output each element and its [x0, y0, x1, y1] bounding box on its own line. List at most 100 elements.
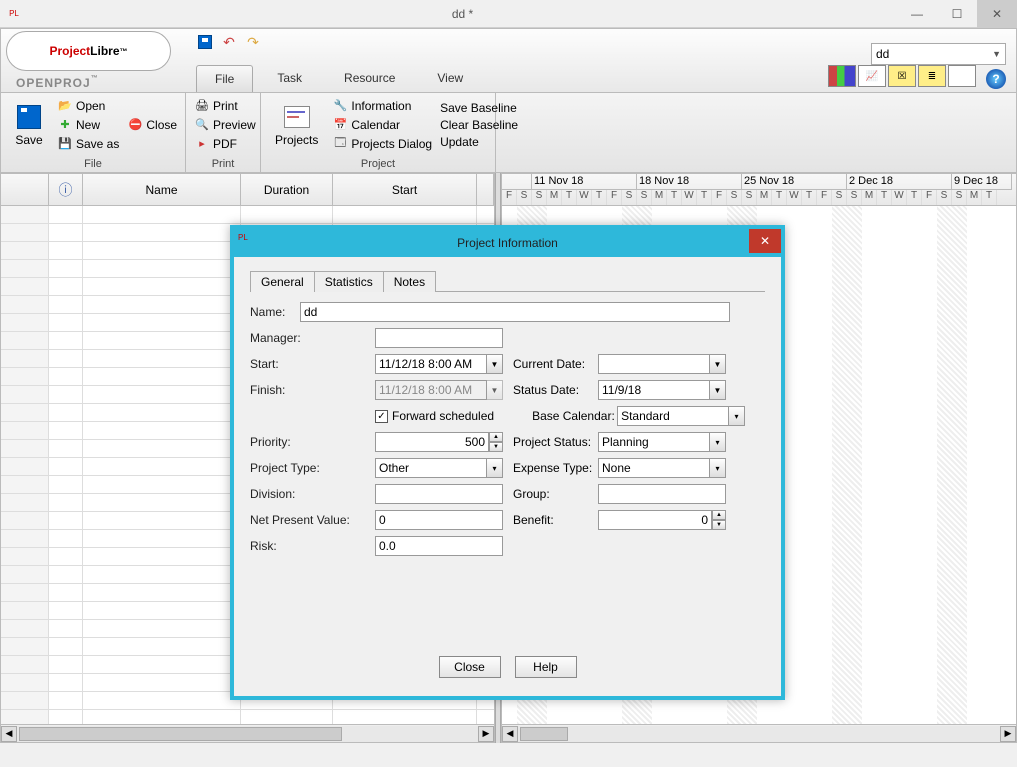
- grid-header-index[interactable]: [1, 174, 49, 205]
- timeline-day: W: [787, 190, 802, 206]
- scroll-right-button[interactable]: ▶: [1000, 726, 1016, 742]
- tab-resource[interactable]: Resource: [326, 65, 413, 92]
- project-type-combo[interactable]: [375, 458, 487, 478]
- status-date-field[interactable]: [598, 380, 710, 400]
- view-btn-3[interactable]: ☒: [888, 65, 916, 87]
- dialog-close-button[interactable]: ✕: [749, 229, 781, 253]
- scroll-thumb[interactable]: [19, 727, 342, 741]
- tab-statistics[interactable]: Statistics: [315, 271, 384, 292]
- grid-header-duration[interactable]: Duration: [241, 174, 333, 205]
- timeline-day: S: [832, 190, 847, 206]
- view-btn-1[interactable]: [828, 65, 856, 87]
- ribbon-save-baseline-button[interactable]: Save Baseline: [438, 101, 520, 115]
- scroll-left-button[interactable]: ◀: [1, 726, 17, 742]
- tab-notes[interactable]: Notes: [384, 271, 436, 292]
- benefit-field[interactable]: [598, 510, 712, 530]
- benefit-spin-down[interactable]: ▼: [712, 520, 726, 530]
- timeline-day: T: [772, 190, 787, 206]
- ribbon-clear-baseline-button[interactable]: Clear Baseline: [438, 118, 520, 132]
- npv-field[interactable]: [375, 510, 503, 530]
- project-type-dropdown[interactable]: ▾: [487, 458, 503, 478]
- project-status-combo[interactable]: [598, 432, 710, 452]
- pdf-icon: ▸: [194, 136, 210, 152]
- expense-type-combo[interactable]: [598, 458, 710, 478]
- table-row[interactable]: [1, 710, 494, 724]
- dialog-app-icon: PL: [238, 233, 248, 242]
- window-title: dd *: [28, 7, 897, 21]
- timeline-day: F: [922, 190, 937, 206]
- ribbon-information-button[interactable]: 🔧Information: [330, 98, 434, 114]
- table-row[interactable]: [1, 206, 494, 224]
- ribbon-preview-button[interactable]: 🔍Preview: [192, 117, 258, 133]
- wrench-icon: 🔧: [332, 98, 348, 114]
- ribbon-save-button[interactable]: Save: [7, 97, 51, 152]
- grid-header-info[interactable]: ⓘ: [49, 174, 83, 205]
- start-dropdown[interactable]: ▼: [487, 354, 503, 374]
- manager-field[interactable]: [375, 328, 503, 348]
- name-field[interactable]: [300, 302, 730, 322]
- label-group: Group:: [513, 487, 598, 501]
- grid-header-name[interactable]: Name: [83, 174, 241, 205]
- close-window-button[interactable]: ✕: [977, 0, 1017, 28]
- ribbon-group-project-label: Project: [261, 156, 495, 172]
- scroll-thumb[interactable]: [520, 727, 568, 741]
- ribbon-pdf-button[interactable]: ▸PDF: [192, 136, 258, 152]
- ribbon-calendar-button[interactable]: 📅Calendar: [330, 117, 434, 133]
- ribbon-close-button[interactable]: ⛔Close: [125, 117, 179, 133]
- forward-scheduled-checkbox[interactable]: ✓: [375, 410, 388, 423]
- current-date-field[interactable]: [598, 354, 710, 374]
- timeline-day: S: [727, 190, 742, 206]
- base-calendar-dropdown[interactable]: ▾: [729, 406, 745, 426]
- ribbon-projects-button[interactable]: Projects: [267, 97, 326, 152]
- priority-spin-up[interactable]: ▲: [489, 432, 503, 442]
- risk-field[interactable]: [375, 536, 503, 556]
- save-button[interactable]: [196, 33, 214, 51]
- ribbon-open-button[interactable]: 📂Open: [55, 98, 121, 114]
- logo-area: ProjectLibre™ OPENPROJ™: [1, 29, 186, 94]
- tab-general[interactable]: General: [250, 271, 315, 292]
- view-btn-4[interactable]: ≣: [918, 65, 946, 87]
- ribbon-saveas-button[interactable]: 💾Save as: [55, 136, 121, 152]
- view-btn-2[interactable]: 📈: [858, 65, 886, 87]
- minimize-button[interactable]: —: [897, 0, 937, 28]
- tab-view[interactable]: View: [419, 65, 481, 92]
- timeline-week: 9 Dec 18: [952, 174, 1012, 190]
- timeline-day: S: [622, 190, 637, 206]
- dialog-help-btn[interactable]: Help: [515, 656, 577, 678]
- start-field[interactable]: [375, 354, 487, 374]
- undo-button[interactable]: ↶: [220, 33, 238, 51]
- label-division: Division:: [250, 487, 375, 501]
- project-status-dropdown[interactable]: ▾: [710, 432, 726, 452]
- priority-field[interactable]: [375, 432, 489, 452]
- ribbon-projects-dialog-button[interactable]: 🗔Projects Dialog: [330, 136, 434, 152]
- base-calendar-combo[interactable]: [617, 406, 729, 426]
- dialog-close-btn[interactable]: Close: [439, 656, 501, 678]
- timeline-day: T: [907, 190, 922, 206]
- maximize-button[interactable]: ☐: [937, 0, 977, 28]
- group-field[interactable]: [598, 484, 726, 504]
- tab-task[interactable]: Task: [259, 65, 320, 92]
- ribbon-new-button[interactable]: ✚New: [55, 117, 121, 133]
- expense-type-dropdown[interactable]: ▾: [710, 458, 726, 478]
- grid-hscroll[interactable]: ◀ ▶: [1, 724, 494, 742]
- dialog-tabs: General Statistics Notes: [250, 271, 765, 292]
- division-field[interactable]: [375, 484, 503, 504]
- benefit-spin-up[interactable]: ▲: [712, 510, 726, 520]
- current-date-dropdown[interactable]: ▼: [710, 354, 726, 374]
- status-date-dropdown[interactable]: ▼: [710, 380, 726, 400]
- view-btn-5[interactable]: [948, 65, 976, 87]
- label-base-calendar: Base Calendar:: [532, 409, 617, 423]
- timeline-day: M: [547, 190, 562, 206]
- tab-file[interactable]: File: [196, 65, 253, 92]
- grid-header-start[interactable]: Start: [333, 174, 477, 205]
- dialog-titlebar[interactable]: PL Project Information ✕: [234, 229, 781, 257]
- redo-button[interactable]: ↷: [244, 33, 262, 51]
- gantt-hscroll[interactable]: ◀ ▶: [502, 724, 1016, 742]
- scroll-right-button[interactable]: ▶: [478, 726, 494, 742]
- help-button[interactable]: ?: [986, 69, 1006, 89]
- project-selector-combo[interactable]: dd ▼: [871, 43, 1006, 65]
- ribbon-print-button[interactable]: 🖨Print: [192, 98, 258, 114]
- priority-spin-down[interactable]: ▼: [489, 442, 503, 452]
- ribbon-update-button[interactable]: Update: [438, 135, 520, 149]
- scroll-left-button[interactable]: ◀: [502, 726, 518, 742]
